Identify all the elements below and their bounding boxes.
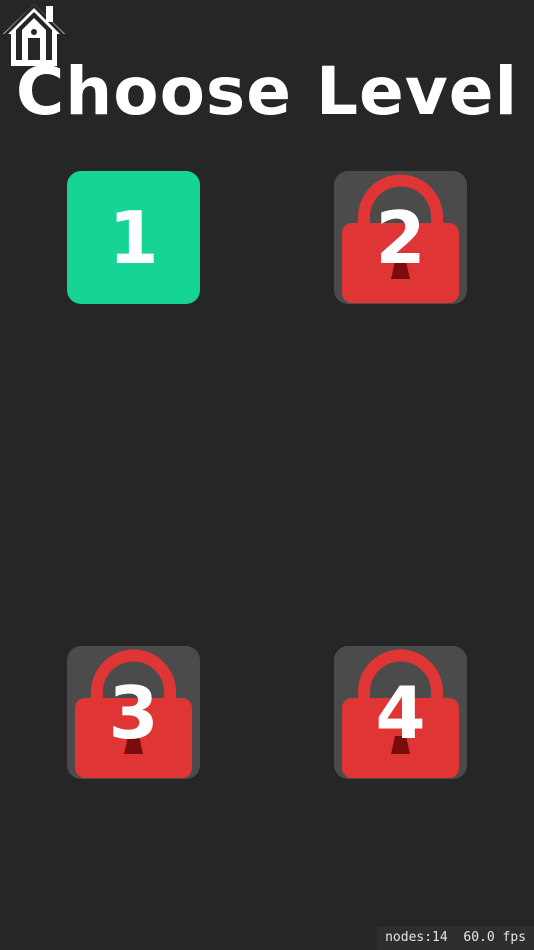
- level-3-button[interactable]: 3: [67, 646, 200, 779]
- page-title: Choose Level: [15, 53, 519, 130]
- level-number: 2: [375, 195, 426, 280]
- level-1-button[interactable]: 1: [67, 171, 200, 304]
- node-count: nodes:14: [385, 930, 448, 945]
- level-number: 1: [108, 195, 159, 280]
- fps-counter: 60.0 fps: [463, 930, 526, 945]
- debug-stats: nodes:14 60.0 fps: [377, 926, 534, 950]
- level-4-button[interactable]: 4: [334, 646, 467, 779]
- level-number: 3: [108, 670, 159, 755]
- level-2-button[interactable]: 2: [334, 171, 467, 304]
- level-number: 4: [375, 670, 426, 755]
